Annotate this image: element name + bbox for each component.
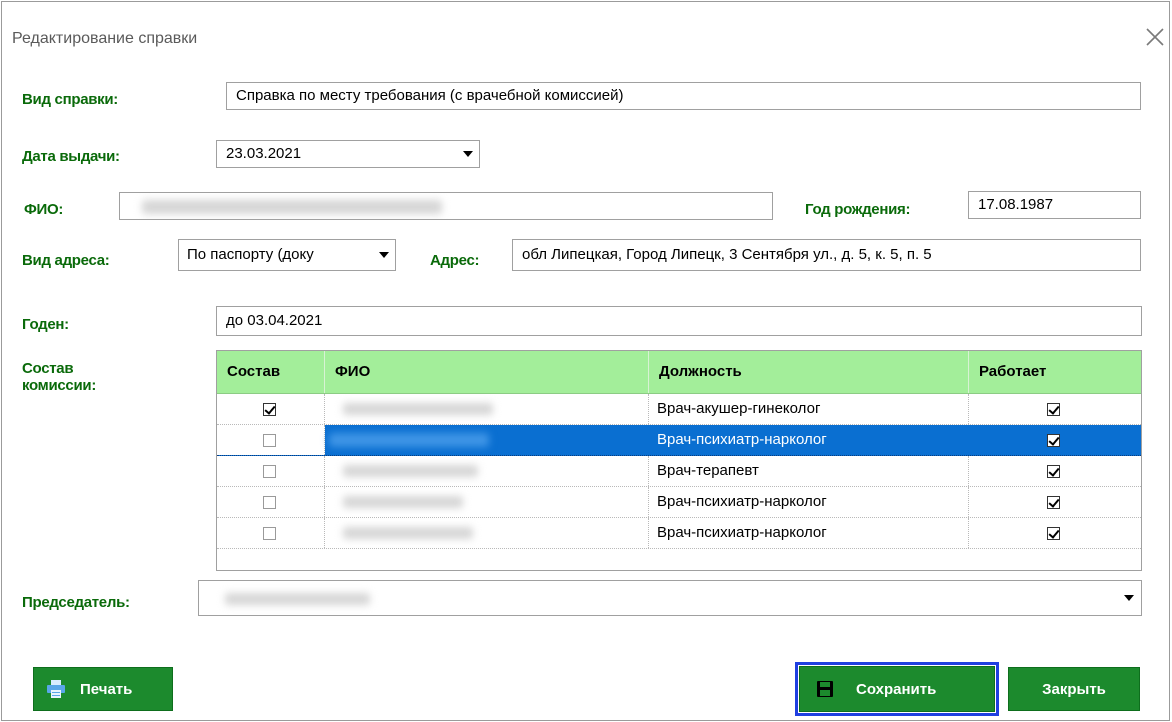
table-row[interactable]: Врач-терапевт — [217, 456, 1141, 487]
works-checkbox[interactable] — [1047, 496, 1060, 509]
fio-cell — [325, 394, 649, 424]
works-cell[interactable] — [969, 394, 1141, 424]
chairman-label: Председатель: — [22, 594, 130, 611]
print-button-label: Печать — [80, 680, 133, 698]
address-type-value: По паспорту (доку — [187, 246, 314, 263]
dialog-title: Редактирование справки — [12, 30, 198, 47]
blurred-name — [329, 433, 489, 447]
address-type-label: Вид адреса: — [22, 252, 110, 269]
chairman-select[interactable] — [198, 580, 1142, 616]
position-cell: Врач-терапевт — [649, 456, 969, 486]
included-checkbox[interactable] — [263, 496, 276, 509]
included-checkbox[interactable] — [263, 527, 276, 540]
included-cell[interactable] — [217, 487, 325, 517]
works-checkbox[interactable] — [1047, 434, 1060, 447]
floppy-disk-icon — [817, 681, 833, 697]
blurred-name — [343, 403, 493, 415]
fio-label: ФИО: — [24, 201, 64, 218]
column-header-works[interactable]: Работает — [969, 351, 1141, 393]
birth-year-label: Год рождения: — [805, 201, 911, 218]
blurred-name — [225, 593, 370, 605]
fio-cell — [325, 487, 649, 517]
commission-grid[interactable]: Состав ФИО Должность Работает Врач-акуше… — [216, 350, 1142, 571]
commission-label: Состав комиссии: — [22, 360, 97, 394]
valid-field[interactable]: до 03.04.2021 — [216, 306, 1142, 336]
position-cell: Врач-психиатр-нарколог — [649, 518, 969, 548]
table-row[interactable]: Врач-психиатр-нарколог — [217, 425, 1141, 456]
issue-date-value: 23.03.2021 — [226, 145, 302, 162]
blurred-name — [142, 200, 442, 214]
birth-date-field[interactable]: 17.08.1987 — [968, 191, 1141, 219]
printer-icon — [47, 680, 65, 698]
works-cell[interactable] — [969, 425, 1141, 455]
chevron-down-icon[interactable] — [457, 141, 479, 167]
included-checkbox[interactable] — [263, 434, 276, 447]
table-row[interactable]: Врач-акушер-гинеколог — [217, 394, 1141, 425]
cert-type-label: Вид справки: — [22, 91, 118, 108]
works-cell[interactable] — [969, 487, 1141, 517]
works-cell[interactable] — [969, 456, 1141, 486]
works-checkbox[interactable] — [1047, 527, 1060, 540]
address-type-select[interactable]: По паспорту (доку — [178, 239, 396, 271]
save-button-label: Сохранить — [856, 680, 937, 698]
table-row[interactable]: Врач-психиатр-нарколог — [217, 487, 1141, 518]
table-row[interactable]: Врач-психиатр-нарколог — [217, 518, 1141, 549]
address-field[interactable]: обл Липецкая, Город Липецк, 3 Сентября у… — [512, 239, 1141, 271]
blurred-name — [343, 465, 478, 477]
works-cell[interactable] — [969, 518, 1141, 548]
included-cell[interactable] — [217, 394, 325, 424]
close-button-label: Закрыть — [1042, 680, 1106, 698]
works-checkbox[interactable] — [1047, 403, 1060, 416]
works-checkbox[interactable] — [1047, 465, 1060, 478]
print-button[interactable]: Печать — [33, 667, 173, 711]
position-cell: Врач-психиатр-нарколог — [657, 431, 827, 448]
included-cell[interactable] — [217, 425, 325, 455]
position-cell: Врач-акушер-гинеколог — [649, 394, 969, 424]
chevron-down-icon[interactable] — [373, 240, 395, 270]
column-header-included[interactable]: Состав — [217, 351, 325, 393]
save-button[interactable]: Сохранить — [795, 662, 999, 716]
position-cell: Врач-психиатр-нарколог — [649, 487, 969, 517]
blurred-name — [343, 496, 463, 508]
fio-cell — [325, 456, 649, 486]
blurred-name — [343, 527, 473, 539]
cert-type-field[interactable]: Справка по месту требования (с врачебной… — [226, 82, 1141, 110]
valid-label: Годен: — [22, 316, 69, 333]
included-cell[interactable] — [217, 456, 325, 486]
chevron-down-icon[interactable] — [1118, 581, 1140, 615]
close-button[interactable]: Закрыть — [1008, 667, 1140, 711]
included-cell[interactable] — [217, 518, 325, 548]
issue-date-label: Дата выдачи: — [22, 148, 120, 165]
included-checkbox[interactable] — [263, 403, 276, 416]
column-header-position[interactable]: Должность — [649, 351, 969, 393]
fio-field[interactable] — [119, 192, 773, 220]
column-header-fio[interactable]: ФИО — [325, 351, 649, 393]
close-icon[interactable] — [1140, 22, 1170, 52]
edit-certificate-dialog: Редактирование справки Вид справки: Спра… — [1, 1, 1170, 721]
address-label: Адрес: — [430, 252, 480, 269]
fio-cell — [325, 425, 649, 455]
grid-header: Состав ФИО Должность Работает — [217, 351, 1141, 394]
included-checkbox[interactable] — [263, 465, 276, 478]
fio-cell — [325, 518, 649, 548]
issue-date-picker[interactable]: 23.03.2021 — [216, 140, 480, 168]
